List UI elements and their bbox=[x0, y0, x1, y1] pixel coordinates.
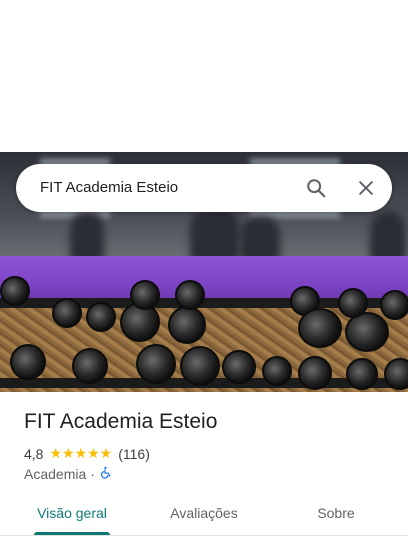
photo-person bbox=[190, 207, 240, 262]
photo-dumbbell bbox=[130, 280, 160, 310]
photo-dumbbell bbox=[380, 290, 408, 320]
photo-dumbbell bbox=[298, 308, 342, 348]
place-category: Academia bbox=[24, 466, 87, 482]
photo-dumbbell bbox=[175, 280, 205, 310]
tab-overview[interactable]: Visão geral bbox=[20, 494, 124, 536]
photo-dumbbell bbox=[346, 358, 378, 390]
photo-dumbbell bbox=[180, 346, 220, 386]
search-query[interactable]: FIT Academia Esteio bbox=[40, 164, 178, 212]
close-icon[interactable] bbox=[352, 174, 380, 202]
photo-person bbox=[70, 212, 104, 262]
photo-dumbbell bbox=[168, 306, 206, 344]
place-title: FIT Academia Esteio bbox=[24, 410, 218, 433]
search-bar[interactable]: FIT Academia Esteio bbox=[16, 164, 392, 212]
photo-dumbbell bbox=[338, 288, 368, 318]
photo-dumbbell bbox=[72, 348, 108, 384]
search-icon[interactable] bbox=[302, 174, 330, 202]
photo-dumbbell bbox=[0, 276, 30, 306]
photo-dumbbell bbox=[384, 358, 408, 390]
photo-person bbox=[370, 212, 406, 262]
photo-dumbbell bbox=[222, 350, 256, 384]
photo-dumbbell bbox=[345, 312, 389, 352]
photo-dumbbell bbox=[86, 302, 116, 332]
photo-dumbbell bbox=[298, 356, 332, 390]
photo-dumbbell bbox=[52, 298, 82, 328]
tab-about[interactable]: Sobre bbox=[284, 494, 388, 536]
photo-dumbbell bbox=[136, 344, 176, 384]
photo-dumbbell bbox=[10, 344, 46, 380]
place-tabs: Visão geral Avaliações Sobre bbox=[0, 494, 408, 536]
wheelchair-icon bbox=[99, 466, 112, 482]
rating-value: 4,8 bbox=[24, 445, 44, 462]
separator-dot: · bbox=[90, 466, 95, 482]
tab-reviews[interactable]: Avaliações bbox=[152, 494, 256, 536]
review-count[interactable]: (116) bbox=[118, 446, 150, 462]
photo-dumbbell bbox=[262, 356, 292, 386]
rating-stars: ★★★★★ bbox=[49, 445, 113, 461]
active-tab-indicator bbox=[34, 532, 110, 535]
top-blank-area bbox=[0, 0, 408, 152]
rating-row[interactable]: 4,8 ★★★★★ (116) bbox=[24, 445, 150, 462]
category-row: Academia · bbox=[24, 466, 112, 482]
